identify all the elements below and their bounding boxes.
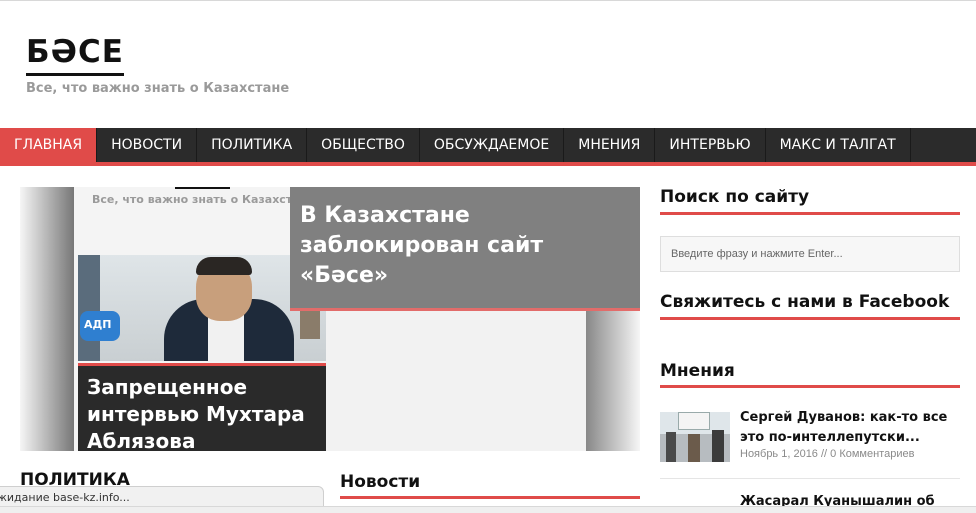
ghost-tagline: Все, что важно знать о Казахстане	[92, 193, 315, 206]
section-news-underline	[340, 496, 640, 499]
nav-item-opinions[interactable]: МНЕНИЯ	[564, 128, 656, 162]
facebook-heading[interactable]: Свяжитесь с нами в Facebook	[660, 292, 960, 312]
thumb-person	[688, 434, 700, 462]
search-input[interactable]	[660, 236, 960, 272]
slide-caption-interview[interactable]: Запрещенное интервью Мухтара Аблязова	[78, 363, 326, 451]
photo-hair	[196, 257, 252, 275]
nav-item-home[interactable]: ГЛАВНАЯ	[0, 128, 98, 162]
opinion-thumbnail[interactable]	[660, 412, 730, 462]
slider-prev-fade[interactable]	[20, 187, 74, 451]
slide-caption-blocked[interactable]: В Казахстане заблокирован сайт «Бәсе»	[290, 187, 640, 311]
nav-item-discussed[interactable]: ОБСУЖДАЕМОЕ	[420, 128, 565, 162]
search-heading-underline	[660, 212, 960, 215]
featured-slider[interactable]: Все, что важно знать о Казахстане АДП За…	[20, 187, 640, 451]
opinions-heading-underline	[660, 385, 960, 388]
site-logo[interactable]: БӘСЕ	[26, 32, 124, 76]
opinion-meta: Ноябрь 1, 2016 // 0 Комментариев	[740, 448, 915, 460]
nav-item-politics[interactable]: ПОЛИТИКА	[197, 128, 308, 162]
opinion-title[interactable]: Сергей Дуванов: как-то все это по-интелл…	[740, 408, 960, 448]
thumb-sign	[678, 412, 710, 430]
ghost-logo-underline	[175, 187, 230, 189]
thumb-person	[712, 430, 724, 462]
opinion-divider	[660, 478, 960, 479]
microphone-badge: АДП	[84, 318, 112, 331]
nav-item-news[interactable]: НОВОСТИ	[97, 128, 198, 162]
nav-item-society[interactable]: ОБЩЕСТВО	[307, 128, 420, 162]
facebook-heading-underline	[660, 317, 960, 320]
slide-center-lower	[290, 311, 586, 451]
thumb-person	[666, 432, 676, 462]
search-heading: Поиск по сайту	[660, 187, 810, 207]
top-border	[0, 0, 976, 1]
section-news-heading[interactable]: Новости	[340, 472, 640, 492]
ablyazov-photo[interactable]: АДП	[78, 255, 326, 361]
opinions-heading: Мнения	[660, 361, 735, 381]
nav-item-maks-talgat[interactable]: МАКС И ТАЛГАТ	[766, 128, 911, 162]
nav-item-interview[interactable]: ИНТЕРВЬЮ	[655, 128, 766, 162]
photo-shelf	[78, 255, 100, 361]
site-tagline: Все, что важно знать о Казахстане	[26, 81, 290, 96]
main-nav: ГЛАВНАЯ НОВОСТИ ПОЛИТИКА ОБЩЕСТВО ОБСУЖД…	[0, 128, 976, 166]
